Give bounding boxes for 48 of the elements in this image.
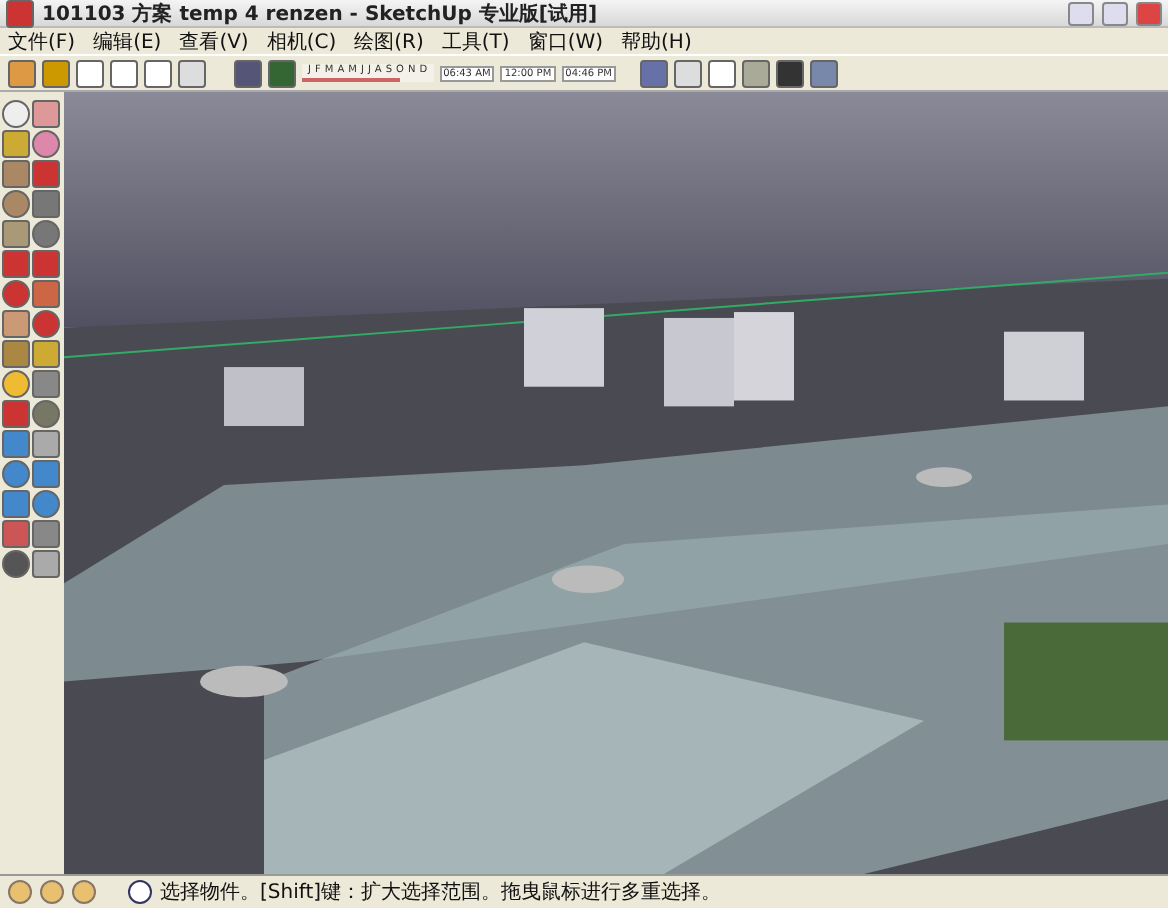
menu-item[interactable]: 工具(T) (441, 27, 510, 55)
shadow-icon[interactable] (234, 59, 262, 87)
menu-item[interactable]: 窗口(W) (527, 27, 604, 55)
menu-item[interactable]: 查看(V) (179, 27, 249, 55)
toolbar-icon[interactable] (178, 59, 206, 87)
toolbar-icon[interactable] (76, 59, 104, 87)
style-icon[interactable] (809, 59, 838, 87)
style-icon[interactable] (741, 59, 770, 87)
tool-icon[interactable] (2, 280, 30, 308)
toolbar-icon[interactable] (42, 59, 70, 87)
tool-icon[interactable] (32, 340, 60, 368)
toolbar-icon[interactable] (144, 59, 172, 87)
tool-icon[interactable] (32, 400, 60, 428)
tool-icon[interactable] (2, 370, 30, 398)
tool-icon[interactable] (2, 100, 30, 128)
status-text: 选择物件。[Shift]键：扩大选择范围。拖曳鼠标进行多重选择。 (160, 879, 722, 906)
menu-item[interactable]: 文件(F) (8, 27, 76, 55)
tool-icon[interactable] (32, 130, 60, 158)
maximize-button[interactable] (1102, 1, 1128, 25)
style-icon[interactable] (639, 59, 668, 87)
menu-item[interactable]: 相机(C) (266, 27, 337, 55)
close-button[interactable] (1136, 1, 1162, 25)
tool-icon[interactable] (32, 430, 60, 458)
tool-icon[interactable] (2, 550, 30, 578)
tool-icon[interactable] (32, 550, 60, 578)
status-icon[interactable] (40, 880, 64, 904)
fog-icon[interactable] (268, 59, 296, 87)
tool-icon[interactable] (2, 190, 30, 218)
menu-item[interactable]: 编辑(E) (93, 27, 162, 55)
toolbar-icon[interactable] (110, 59, 138, 87)
window-title: 101103 方案 temp 4 renzen - SketchUp 专业版[试用] (42, 0, 600, 27)
tool-icon[interactable] (32, 490, 60, 518)
style-icon[interactable] (707, 59, 736, 87)
minimize-button[interactable] (1068, 1, 1094, 25)
menu-item[interactable]: 帮助(H) (621, 27, 692, 55)
tool-icon[interactable] (2, 460, 30, 488)
tool-icon[interactable] (2, 130, 30, 158)
help-icon[interactable] (128, 880, 152, 904)
tool-icon[interactable] (32, 310, 60, 338)
tool-icon[interactable] (32, 100, 60, 128)
menu-item[interactable]: 绘图(R) (354, 27, 424, 55)
tool-icon[interactable] (32, 220, 60, 248)
status-icon[interactable] (8, 880, 32, 904)
status-icon[interactable] (72, 880, 96, 904)
toolbar-icon[interactable] (8, 59, 36, 87)
style-icon[interactable] (673, 59, 702, 87)
app-icon (6, 0, 34, 27)
style-icon[interactable] (775, 59, 804, 87)
